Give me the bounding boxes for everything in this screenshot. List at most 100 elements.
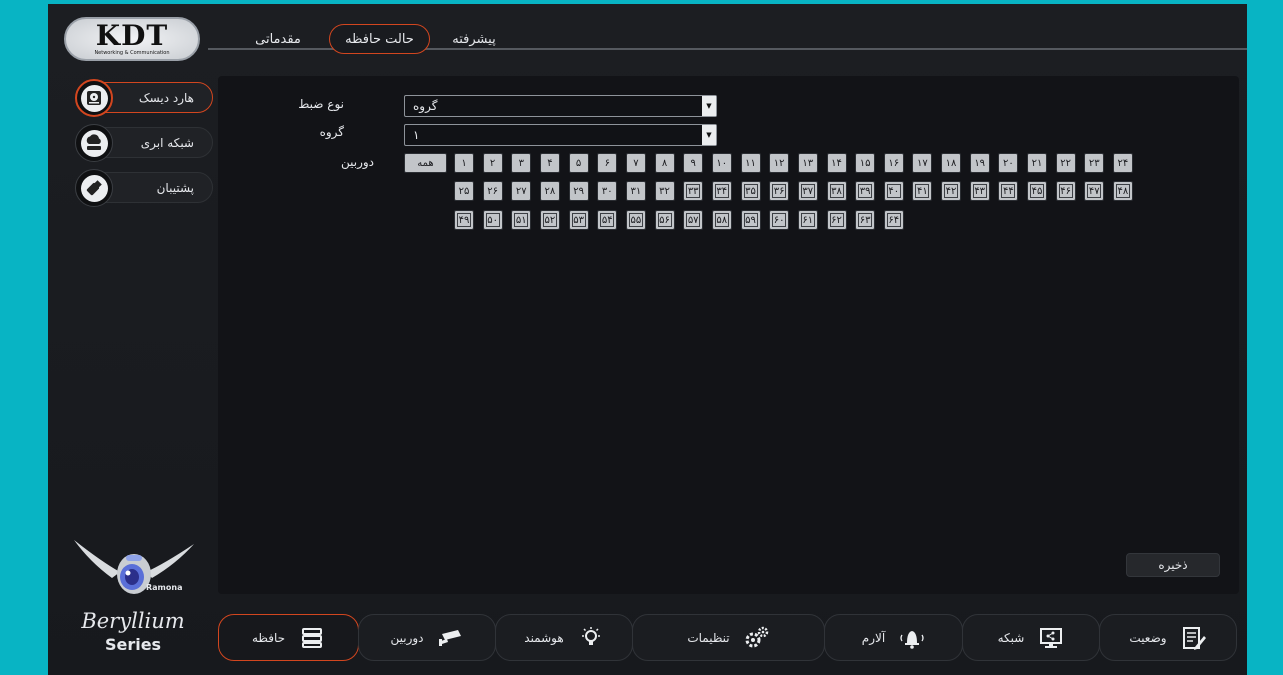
cloud-network-icon: [75, 124, 113, 162]
camera-channel-button[interactable]: ۴۶: [1055, 181, 1076, 201]
camera-channel-button[interactable]: ۳۹: [855, 181, 876, 201]
camera-channel-button[interactable]: ۵۲: [539, 210, 560, 230]
camera-channel-button[interactable]: ۱۶: [883, 153, 904, 173]
sidebar-item-hard-disk[interactable]: هارد دیسک: [75, 79, 213, 117]
camera-channel-button[interactable]: ۲۵: [454, 181, 474, 201]
record-type-label: نوع ضبط: [298, 97, 344, 111]
camera-channel-button[interactable]: ۱۷: [912, 153, 933, 173]
camera-channel-button[interactable]: ۵۶: [654, 210, 675, 230]
camera-channel-button[interactable]: ۳۲: [654, 181, 675, 201]
camera-channel-button[interactable]: ۴۴: [998, 181, 1019, 201]
tab-storage-mode[interactable]: حالت حافظه: [329, 24, 430, 54]
camera-channel-button[interactable]: ۴۰: [883, 181, 904, 201]
nav-alarm-button[interactable]: آلارم: [824, 614, 963, 661]
nav-label: تنظیمات: [687, 630, 730, 645]
camera-channel-button[interactable]: ۵۳: [568, 210, 589, 230]
camera-label: دوربین: [340, 155, 374, 169]
camera-channel-button[interactable]: ۳۳: [683, 181, 704, 201]
camera-channel-button[interactable]: ۵۵: [625, 210, 646, 230]
camera-channel-button[interactable]: ۵۴: [597, 210, 618, 230]
camera-channel-button[interactable]: ۶۰: [769, 210, 790, 230]
camera-channel-button[interactable]: ۵۹: [740, 210, 761, 230]
camera-channel-button[interactable]: ۱۱: [740, 153, 761, 173]
camera-channel-button[interactable]: ۲۱: [1027, 153, 1047, 173]
camera-channel-button[interactable]: ۱۰: [711, 153, 732, 173]
camera-channel-button[interactable]: ۲: [482, 153, 503, 173]
camera-channel-button[interactable]: ۳۱: [625, 181, 646, 201]
camera-channel-button[interactable]: ۶۳: [855, 210, 876, 230]
camera-channel-button[interactable]: ۱۵: [855, 153, 876, 173]
select-all-cameras-button[interactable]: همه: [404, 153, 447, 173]
camera-channel-button[interactable]: ۴۳: [969, 181, 990, 201]
camera-channel-button[interactable]: ۴۱: [912, 181, 933, 201]
camera-channel-button[interactable]: ۱۸: [941, 153, 961, 173]
brand-series: Series: [104, 635, 162, 654]
camera-channel-button[interactable]: ۵۰: [482, 210, 503, 230]
nav-network-button[interactable]: شبکه: [962, 614, 1100, 661]
camera-channel-button[interactable]: ۵۷: [683, 210, 704, 230]
camera-channel-button[interactable]: ۲۴: [1112, 153, 1133, 173]
sidebar-item-cloud[interactable]: شبکه ابری: [75, 124, 213, 162]
tab-basic[interactable]: مقدماتی: [238, 24, 318, 54]
nav-storage-button[interactable]: حافظه: [218, 614, 359, 661]
camera-channel-button[interactable]: ۱۳: [797, 153, 818, 173]
camera-icon: [438, 625, 464, 651]
camera-channel-button[interactable]: ۲۷: [511, 181, 532, 201]
camera-channel-button[interactable]: ۴۸: [1112, 181, 1133, 201]
camera-channel-button[interactable]: ۳۸: [826, 181, 847, 201]
camera-channel-button[interactable]: ۶۲: [826, 210, 847, 230]
camera-channel-button[interactable]: ۳۵: [740, 181, 761, 201]
camera-channel-button[interactable]: ۳: [511, 153, 532, 173]
camera-channel-button[interactable]: ۲۶: [482, 181, 503, 201]
camera-channel-button[interactable]: ۱۹: [969, 153, 990, 173]
camera-channel-button[interactable]: ۵۱: [511, 210, 532, 230]
camera-channel-button[interactable]: ۱: [454, 153, 474, 173]
chevron-down-icon[interactable]: ▼: [702, 125, 716, 145]
camera-channel-button[interactable]: ۲۳: [1084, 153, 1105, 173]
camera-channel-button[interactable]: ۱۴: [826, 153, 847, 173]
camera-channel-button[interactable]: ۸: [654, 153, 675, 173]
camera-channel-button[interactable]: ۶۴: [883, 210, 904, 230]
camera-channel-button[interactable]: ۲۸: [539, 181, 560, 201]
camera-channel-button[interactable]: ۵۸: [711, 210, 732, 230]
record-type-value: گروه: [413, 99, 438, 113]
camera-channel-button[interactable]: ۴۹: [454, 210, 474, 230]
camera-channel-button[interactable]: ۳۰: [597, 181, 618, 201]
nav-smart-button[interactable]: هوشمند: [495, 614, 633, 661]
nav-status-button[interactable]: وضعیت: [1099, 614, 1237, 661]
camera-channel-button[interactable]: ۲۰: [998, 153, 1019, 173]
camera-channel-button[interactable]: ۵: [568, 153, 589, 173]
kdt-logo: KDT Networking & Communication: [64, 17, 200, 61]
sidebar-item-backup[interactable]: پشتیبان: [75, 169, 213, 207]
save-button[interactable]: ذخیره: [1126, 553, 1220, 577]
camera-channel-button[interactable]: ۱۲: [769, 153, 790, 173]
storage-icon: [299, 625, 325, 651]
group-select[interactable]: ۱ ▼: [404, 124, 717, 146]
camera-channel-button[interactable]: ۳۶: [769, 181, 790, 201]
camera-channel-button[interactable]: ۲۹: [568, 181, 589, 201]
camera-channel-button[interactable]: ۶: [597, 153, 618, 173]
camera-channel-button[interactable]: ۴۲: [941, 181, 961, 201]
nav-label: حافظه: [251, 630, 286, 645]
camera-channel-button[interactable]: ۴۷: [1084, 181, 1105, 201]
tab-advanced[interactable]: پیشرفته: [434, 24, 514, 54]
camera-channel-button[interactable]: ۲۲: [1055, 153, 1076, 173]
camera-channel-button[interactable]: ۹: [683, 153, 704, 173]
logo-text: KDT: [95, 19, 169, 52]
gears-icon: [744, 625, 770, 651]
chevron-down-icon[interactable]: ▼: [702, 96, 716, 116]
camera-channel-button[interactable]: ۶۱: [797, 210, 818, 230]
camera-channel-button[interactable]: ۴۵: [1027, 181, 1047, 201]
camera-channel-button[interactable]: ۷: [625, 153, 646, 173]
camera-channel-button[interactable]: ۴: [539, 153, 560, 173]
nav-camera-button[interactable]: دوربین: [358, 614, 496, 661]
nav-label: وضعیت: [1129, 630, 1167, 645]
group-value: ۱: [413, 128, 420, 142]
dvr-window: KDT Networking & Communication مقدماتی ح…: [48, 4, 1247, 675]
record-type-select[interactable]: گروه ▼: [404, 95, 717, 117]
camera-channel-button[interactable]: ۳۷: [797, 181, 818, 201]
status-notepad-icon: [1181, 625, 1207, 651]
nav-settings-button[interactable]: تنظیمات: [632, 614, 825, 661]
camera-channel-button[interactable]: ۳۴: [711, 181, 732, 201]
nav-label: آلارم: [861, 630, 886, 645]
